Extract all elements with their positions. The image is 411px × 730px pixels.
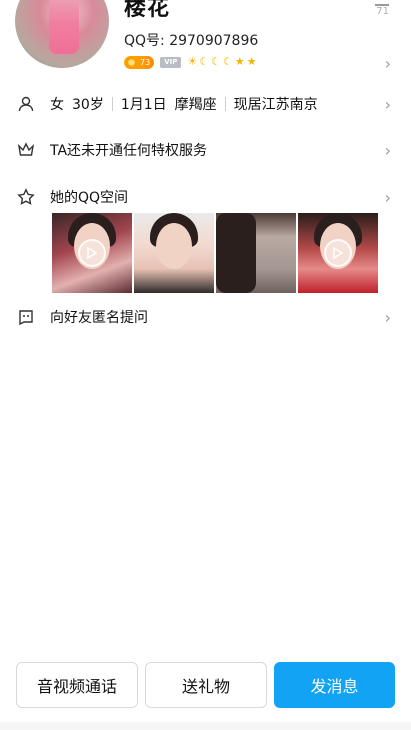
gender: 女 [50,97,64,113]
profile-header: 楼花 QQ号: 2970907896 73 VIP ☀ ☾ ☾ ☾ ★ ★ › … [0,0,411,82]
photo-face-shape [156,223,192,269]
zodiac: 摩羯座 [174,97,217,113]
chevron-right-icon: › [384,187,391,207]
play-icon [324,239,352,267]
chevron-right-icon: › [384,140,391,160]
moon-icon: ☾ [222,55,233,68]
vip-badge: VIP [160,56,182,68]
nickname: 楼花 [124,0,171,21]
basic-info-text: 女 30岁 1月1日 摩羯座 现居江苏南京 [50,94,318,114]
basic-info-row[interactable]: 女 30岁 1月1日 摩羯座 现居江苏南京 › [0,87,411,121]
level-badge: 73 [124,55,155,69]
moon-icon: ☾ [199,55,210,68]
crown-icon [16,140,36,160]
qzone-photo-strip [52,213,380,293]
anonymous-question-row[interactable]: 向好友匿名提问 › [0,300,411,334]
person-icon [16,94,36,114]
residence: 现居江苏南京 [233,97,318,113]
sun-icon: ☀ [187,55,198,68]
privilege-text: TA还未开通任何特权服务 [50,143,208,159]
chevron-right-icon[interactable]: › [385,54,391,73]
avatar[interactable] [15,0,109,68]
birthday: 1月1日 [120,97,167,113]
qzone-photo[interactable] [216,213,296,293]
star-icon: ★ [246,55,257,68]
qzone-photo[interactable] [298,213,378,293]
photo-hair-shape [216,213,256,293]
star-icon: ★ [234,55,245,68]
bottom-divider [0,722,411,730]
action-bar: 音视频通话 送礼物 发消息 [0,658,411,714]
avatar-figure-shape [49,0,79,54]
question-box-icon [16,307,36,327]
play-icon [78,239,106,267]
level-icons: ☀ ☾ ☾ ☾ ★ ★ [187,55,256,69]
video-call-button[interactable]: 音视频通话 [16,662,138,708]
privilege-row[interactable]: TA还未开通任何特权服务 › [0,133,411,167]
qzone-row[interactable]: 她的QQ空间 › [0,180,411,214]
moon-icon: ☾ [211,55,221,68]
qzone-photo[interactable] [52,213,132,293]
age: 30岁 [72,97,104,113]
visitor-count: 71 [376,6,389,17]
qzone-title: 她的QQ空间 [50,190,129,206]
chevron-right-icon: › [384,94,391,114]
anonymous-question-text: 向好友匿名提问 [50,310,148,326]
star-outline-icon [16,187,36,207]
qzone-photo[interactable] [134,213,214,293]
send-gift-button[interactable]: 送礼物 [145,662,267,708]
chevron-right-icon: › [384,307,391,327]
send-message-button[interactable]: 发消息 [274,662,395,708]
qq-number: QQ号: 2970907896 [124,33,259,49]
badge-row[interactable]: 73 VIP ☀ ☾ ☾ ☾ ★ ★ [124,54,257,70]
